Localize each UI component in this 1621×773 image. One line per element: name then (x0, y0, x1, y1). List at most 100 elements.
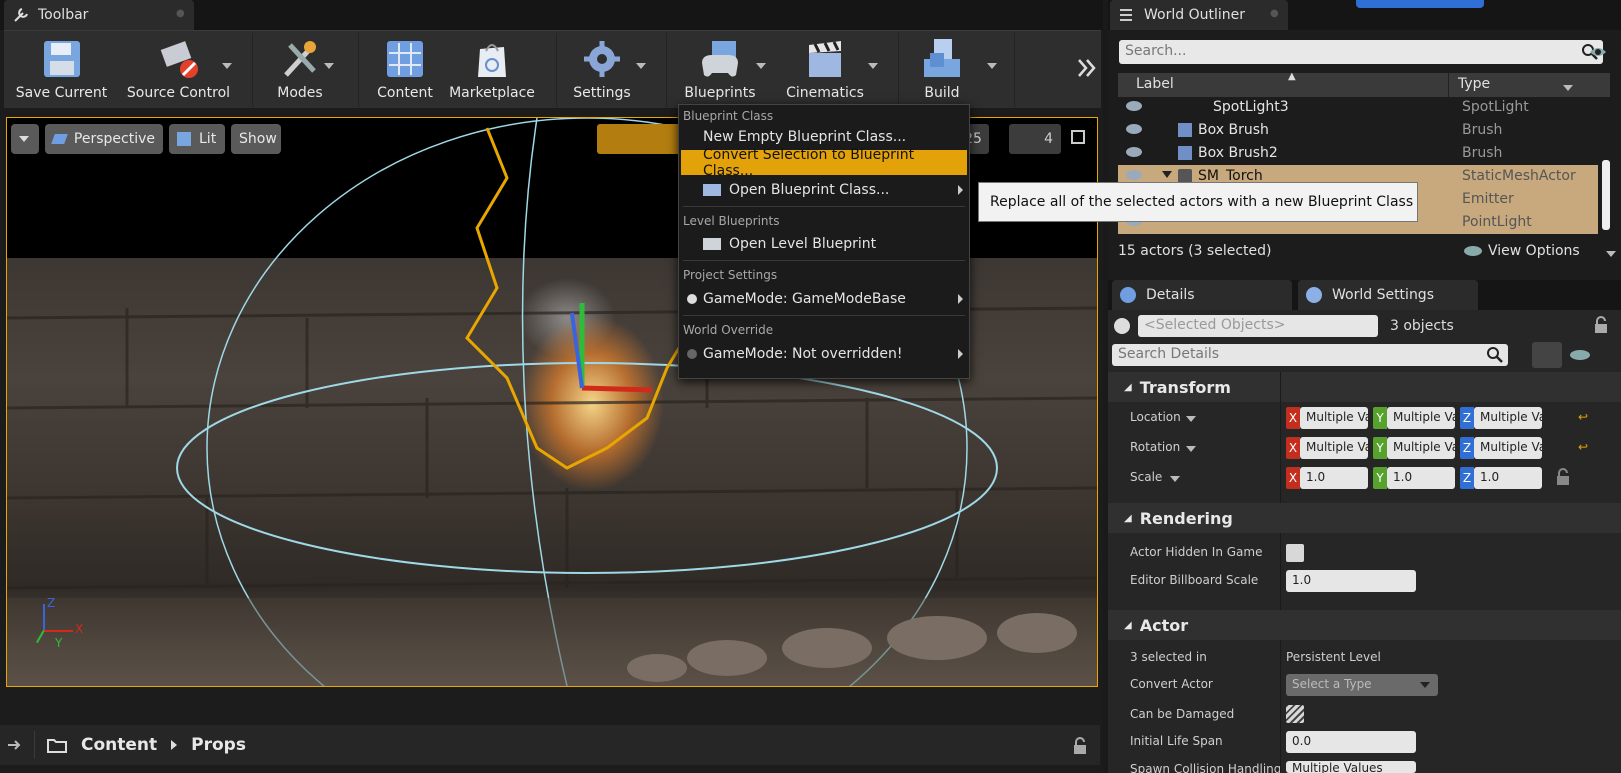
lit-button[interactable]: Lit (169, 124, 225, 154)
menu-divider (683, 206, 965, 207)
camera-speed-button[interactable]: 4 (1009, 124, 1061, 154)
toolbar-divider (898, 33, 899, 107)
location-y-field[interactable]: Multiple Va (1387, 407, 1455, 429)
menu-item-gamemode-project[interactable]: GameMode: GameModeBase (681, 286, 967, 311)
scale-z-field[interactable]: 1.0 (1474, 467, 1542, 489)
expand-arrow-icon[interactable] (1162, 171, 1172, 178)
menu-item-new-empty-blueprint[interactable]: New Empty Blueprint Class... (681, 124, 967, 149)
menu-item-convert-selection[interactable]: Convert Selection to Blueprint Class... (681, 147, 967, 179)
location-z-field[interactable]: Multiple Va (1474, 407, 1542, 429)
axis-y-tag: Y (1373, 407, 1387, 429)
scale-y-field[interactable]: 1.0 (1387, 467, 1455, 489)
rotation-z-field[interactable]: Multiple Va (1474, 437, 1542, 459)
cinematics-button[interactable]: Cinematics (780, 35, 870, 107)
transform-tools[interactable] (597, 124, 687, 154)
outliner-search-input[interactable]: Search... (1119, 40, 1603, 64)
can-be-damaged-checkbox[interactable] (1286, 705, 1304, 723)
section-actor[interactable]: ◢ Actor (1108, 610, 1621, 640)
outliner-row[interactable]: SpotLight3 SpotLight (1118, 96, 1598, 119)
rotation-label[interactable]: Rotation (1130, 440, 1180, 454)
visibility-eye-icon[interactable] (1126, 124, 1142, 134)
outliner-row[interactable]: Box Brush2 Brush (1118, 142, 1598, 165)
billboard-scale-label: Editor Billboard Scale (1130, 573, 1259, 587)
chevron-down-icon[interactable] (1606, 251, 1616, 257)
menu-item-open-level-blueprint[interactable]: Open Level Blueprint (681, 231, 967, 256)
settings-button[interactable]: Settings (564, 35, 640, 107)
scale-x-field[interactable]: 1.0 (1300, 467, 1368, 489)
eye-icon[interactable] (1570, 350, 1590, 360)
list-icon (1120, 9, 1132, 21)
reset-arrow-icon[interactable]: ↩ (1578, 440, 1588, 454)
outliner-row[interactable]: Box Brush Brush (1118, 119, 1598, 142)
source-control-button[interactable]: Source Control (116, 35, 241, 107)
marketplace-button[interactable]: Marketplace (444, 35, 540, 107)
axis-z-label: Z (47, 596, 56, 610)
actor-hidden-checkbox[interactable] (1286, 544, 1304, 562)
rotation-x-field[interactable]: Multiple Va (1300, 437, 1368, 459)
visibility-eye-icon[interactable] (1126, 147, 1142, 157)
tab-world-outliner[interactable]: World Outliner ● (1110, 0, 1288, 30)
section-title: Actor (1139, 615, 1189, 635)
close-icon[interactable]: ● (1270, 9, 1280, 19)
outliner-scrollbar[interactable] (1602, 160, 1610, 230)
chevron-right-icon[interactable] (171, 740, 178, 750)
section-rendering[interactable]: ◢ Rendering (1108, 503, 1621, 533)
double-chevron-right-icon[interactable] (1076, 57, 1098, 79)
chevron-down-icon[interactable] (756, 63, 766, 69)
notification-tab[interactable] (1356, 0, 1484, 8)
arrow-right-icon[interactable] (6, 737, 22, 753)
build-button[interactable]: Build (910, 35, 974, 107)
selected-objects-field[interactable]: <Selected Objects> (1138, 315, 1378, 337)
axis-z-tag: Z (1460, 407, 1474, 429)
reset-arrow-icon[interactable]: ↩ (1578, 410, 1588, 424)
scale-label[interactable]: Scale (1130, 470, 1162, 484)
tab-toolbar[interactable]: Toolbar ● (4, 0, 194, 30)
chevron-down-icon[interactable] (868, 63, 878, 69)
breadcrumb-props[interactable]: Props (191, 735, 246, 755)
menu-item-gamemode-world[interactable]: GameMode: Not overridden! (681, 341, 967, 366)
chevron-down-icon[interactable] (324, 63, 334, 69)
chevron-down-icon[interactable] (636, 63, 646, 69)
convert-actor-select[interactable]: Select a Type (1286, 674, 1438, 696)
visibility-eye-icon[interactable] (1126, 170, 1142, 180)
unlock-icon[interactable] (1556, 468, 1570, 486)
eye-filter-icon[interactable] (1588, 42, 1608, 62)
lock-icon[interactable] (1594, 316, 1608, 334)
content-button[interactable]: Content (370, 35, 440, 107)
lock-icon[interactable] (1072, 737, 1088, 755)
location-label[interactable]: Location (1130, 410, 1181, 424)
close-icon[interactable]: ● (176, 9, 186, 19)
chevron-down-icon[interactable] (222, 63, 232, 69)
show-button[interactable]: Show (231, 124, 281, 154)
chevron-down-icon[interactable] (1186, 416, 1196, 422)
chevron-down-icon[interactable] (987, 63, 997, 69)
column-divider (1448, 73, 1449, 97)
property-matrix-button[interactable] (1532, 342, 1562, 368)
column-label[interactable]: Label (1136, 76, 1174, 92)
details-search-input[interactable]: Search Details (1112, 344, 1508, 366)
tab-world-settings[interactable]: World Settings (1298, 280, 1478, 310)
life-span-field[interactable]: 0.0 (1286, 731, 1416, 753)
axis-y-label: Y (55, 636, 63, 650)
spawn-collision-select[interactable]: Multiple Values (1286, 761, 1416, 773)
billboard-scale-field[interactable]: 1.0 (1286, 570, 1416, 592)
column-type[interactable]: Type (1458, 76, 1490, 92)
chevron-down-icon[interactable] (1170, 476, 1180, 482)
chevron-down-icon[interactable] (1563, 85, 1573, 91)
modes-button[interactable]: Modes (260, 35, 340, 107)
breadcrumb-content[interactable]: Content (81, 735, 157, 755)
maximize-icon[interactable] (1071, 130, 1085, 144)
section-transform[interactable]: ◢ Transform (1108, 372, 1621, 402)
chevron-down-icon[interactable] (1186, 446, 1196, 452)
view-options-button[interactable]: View Options (1488, 243, 1580, 259)
visibility-eye-icon[interactable] (1126, 101, 1142, 111)
gear-icon (584, 41, 620, 77)
save-current-button[interactable]: Save Current (14, 35, 109, 107)
perspective-button[interactable]: Perspective (45, 124, 163, 154)
viewport-options-button[interactable] (11, 124, 39, 154)
menu-item-open-blueprint-class[interactable]: Open Blueprint Class... (681, 177, 967, 202)
tab-details[interactable]: Details (1112, 280, 1292, 310)
rotation-y-field[interactable]: Multiple Va (1387, 437, 1455, 459)
location-x-field[interactable]: Multiple Va (1300, 407, 1368, 429)
blueprints-button[interactable]: Blueprints (680, 35, 760, 107)
